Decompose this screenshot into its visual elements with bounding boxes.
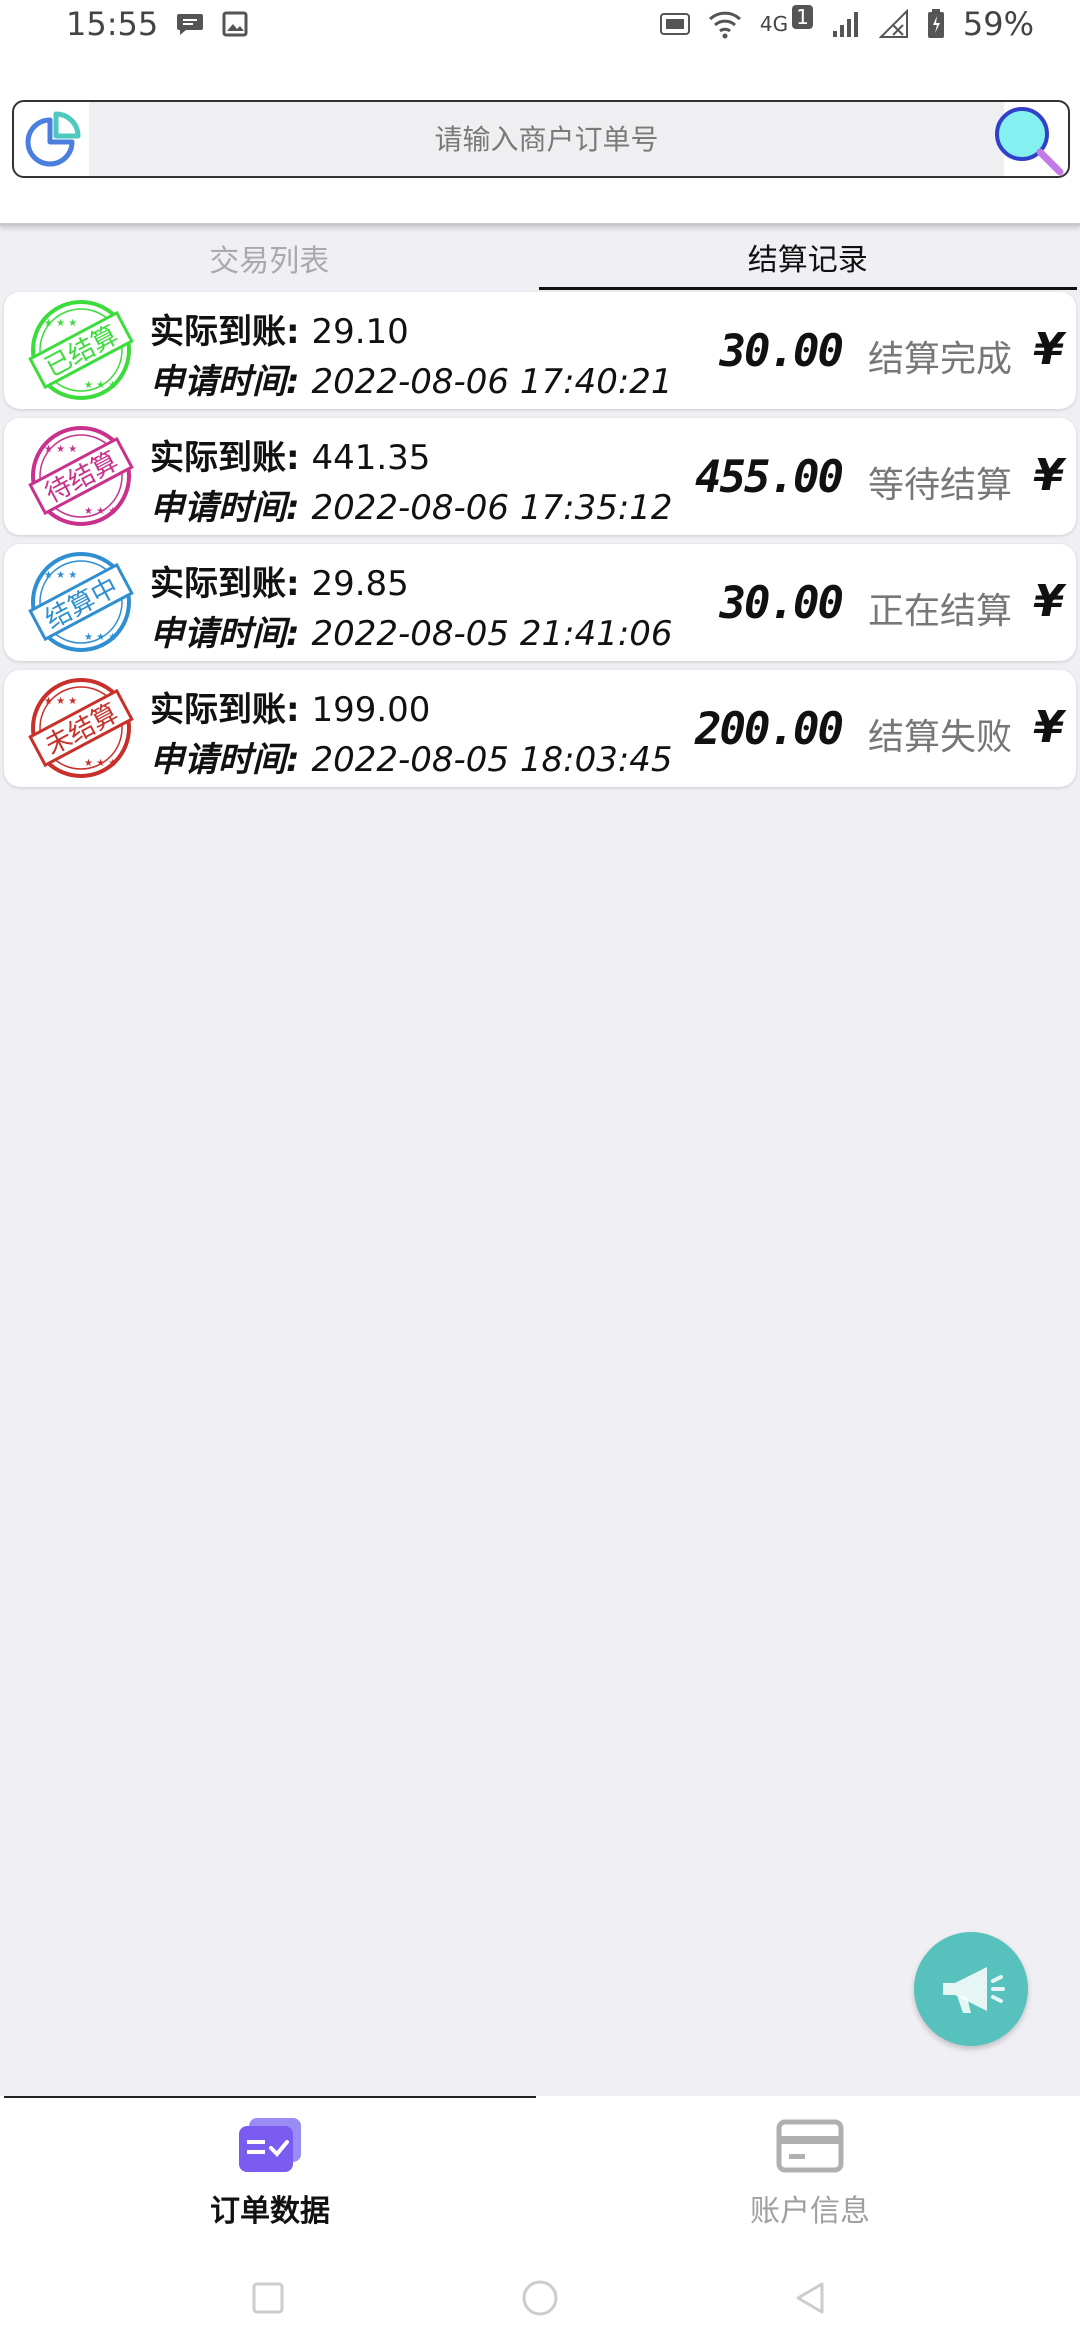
apply-amount: 30.00	[719, 578, 844, 629]
status-time: 15:55	[66, 5, 159, 43]
message-icon	[177, 14, 204, 35]
tab-transaction-list[interactable]: 交易列表	[0, 226, 539, 290]
svg-text:★ ★ ★: ★ ★ ★	[84, 632, 117, 643]
apply-time-label: 申请时间:	[150, 362, 300, 402]
tab-settlement-records[interactable]: 结算记录	[538, 226, 1077, 290]
stamp-icon: ★ ★ ★ ★ ★ ★ 已结算	[28, 300, 134, 400]
tab-bar: 交易列表 结算记录	[0, 226, 1080, 290]
settlement-status: 等待结算	[867, 465, 1012, 506]
settlement-row[interactable]: ★ ★ ★ ★ ★ ★ 结算中 实际到账: 29.85 申请时间: 2022-0…	[4, 544, 1076, 661]
apply-amount: 455.00	[695, 452, 844, 503]
recent-apps-icon[interactable]	[246, 2276, 290, 2320]
settlement-status: 结算完成	[867, 339, 1012, 380]
stamp-icon: ★ ★ ★ ★ ★ ★ 待结算	[28, 426, 134, 526]
network-type: 4G	[759, 12, 789, 36]
order-data-icon	[239, 2118, 301, 2172]
nav-label-account-info: 账户信息	[750, 2194, 870, 2229]
status-left: 15:55	[66, 5, 248, 43]
apply-time-line: 申请时间: 2022-08-05 21:41:06	[150, 606, 700, 655]
system-nav-bar	[0, 2256, 1080, 2340]
apply-amount: 200.00	[695, 704, 844, 755]
apply-time-label: 申请时间:	[150, 488, 300, 528]
stamp-text: 待结算	[40, 446, 123, 509]
currency-symbol: ¥	[1033, 702, 1064, 753]
actual-label: 实际到账:	[150, 564, 300, 604]
settlement-status: 结算失败	[867, 717, 1012, 758]
svg-text:★ ★ ★: ★ ★ ★	[44, 570, 77, 581]
svg-text:★ ★ ★: ★ ★ ★	[44, 696, 77, 707]
apply-amount: 30.00	[719, 326, 844, 377]
search-input[interactable]	[89, 102, 1004, 176]
actual-amount-line: 实际到账: 199.00	[150, 682, 430, 731]
signal-icon	[832, 12, 858, 37]
actual-amount-line: 实际到账: 29.85	[150, 556, 409, 605]
sim-badge: 1	[792, 5, 813, 29]
back-icon[interactable]	[788, 2276, 832, 2320]
apply-time: 2022-08-06 17:35:12	[311, 488, 673, 528]
apply-time: 2022-08-05 21:41:06	[311, 614, 673, 654]
settlement-row[interactable]: ★ ★ ★ ★ ★ ★ 待结算 实际到账: 441.35 申请时间: 2022-…	[4, 418, 1076, 535]
actual-amount: 441.35	[311, 438, 431, 478]
status-right: 4G 1 59%	[659, 5, 1034, 43]
megaphone-icon	[943, 1967, 1005, 2013]
bottom-nav: 订单数据 账户信息	[0, 2096, 1080, 2256]
actual-label: 实际到账:	[150, 690, 300, 730]
home-icon[interactable]	[518, 2276, 562, 2320]
svg-text:★ ★ ★: ★ ★ ★	[84, 758, 117, 769]
header	[0, 48, 1080, 226]
search-icon[interactable]	[990, 104, 1064, 178]
stamp-text: 结算中	[40, 572, 123, 635]
svg-text:★ ★ ★: ★ ★ ★	[44, 318, 77, 329]
nav-order-data[interactable]: 订单数据	[0, 2096, 540, 2256]
search-box	[12, 100, 1070, 178]
actual-label: 实际到账:	[150, 312, 300, 352]
apply-time-label: 申请时间:	[150, 614, 300, 654]
actual-amount: 29.85	[311, 564, 409, 604]
svg-text:★ ★ ★: ★ ★ ★	[84, 506, 117, 517]
currency-symbol: ¥	[1033, 324, 1064, 375]
stamp-icon: ★ ★ ★ ★ ★ ★ 未结算	[28, 678, 134, 778]
stamp-text: 未结算	[40, 698, 123, 761]
battery-icon	[927, 9, 944, 38]
settlement-row[interactable]: ★ ★ ★ ★ ★ ★ 未结算 实际到账: 199.00 申请时间: 2022-…	[4, 670, 1076, 787]
no-signal-icon	[878, 9, 908, 38]
image-icon	[222, 11, 248, 37]
currency-symbol: ¥	[1033, 576, 1064, 627]
wifi-icon	[708, 11, 741, 39]
status-bar: 15:55 4G 1 59%	[0, 0, 1080, 48]
actual-amount: 29.10	[311, 312, 409, 352]
apply-time-label: 申请时间:	[150, 740, 300, 780]
actual-amount: 199.00	[311, 690, 431, 730]
apply-time-line: 申请时间: 2022-08-06 17:40:21	[150, 354, 700, 403]
svg-text:★ ★ ★: ★ ★ ★	[44, 444, 77, 455]
currency-symbol: ¥	[1033, 450, 1064, 501]
settlement-row[interactable]: ★ ★ ★ ★ ★ ★ 已结算 实际到账: 29.10 申请时间: 2022-0…	[4, 292, 1076, 409]
battery-percent: 59%	[962, 5, 1034, 43]
nav-label-order-data: 订单数据	[210, 2194, 330, 2229]
stamp-icon: ★ ★ ★ ★ ★ ★ 结算中	[28, 552, 134, 652]
actual-label: 实际到账:	[150, 438, 300, 478]
hd-icon	[659, 13, 690, 35]
stamp-text: 已结算	[40, 320, 123, 383]
pie-chart-icon[interactable]	[22, 108, 84, 170]
card-icon	[776, 2119, 844, 2173]
actual-amount-line: 实际到账: 441.35	[150, 430, 430, 479]
announcement-button[interactable]	[914, 1932, 1028, 2046]
apply-time: 2022-08-06 17:40:21	[311, 362, 673, 402]
actual-amount-line: 实际到账: 29.10	[150, 304, 409, 353]
apply-time-line: 申请时间: 2022-08-05 18:03:45	[150, 732, 700, 781]
settlement-list: ★ ★ ★ ★ ★ ★ 已结算 实际到账: 29.10 申请时间: 2022-0…	[4, 292, 1076, 796]
svg-text:★ ★ ★: ★ ★ ★	[84, 380, 117, 391]
apply-time: 2022-08-05 18:03:45	[311, 740, 673, 780]
nav-account-info[interactable]: 账户信息	[540, 2096, 1080, 2256]
settlement-status: 正在结算	[867, 591, 1012, 632]
apply-time-line: 申请时间: 2022-08-06 17:35:12	[150, 480, 700, 529]
